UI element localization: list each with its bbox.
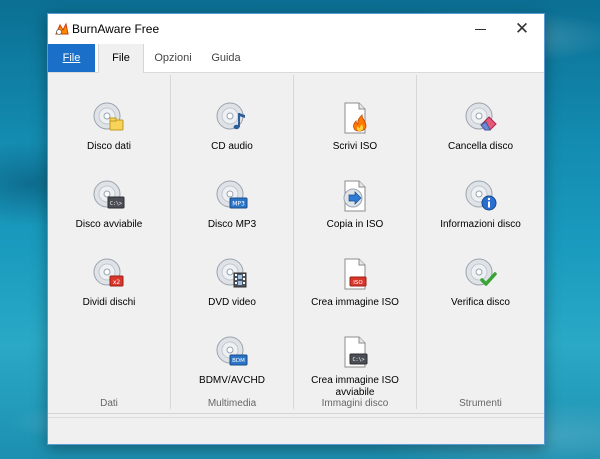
bootable-disc-button[interactable]: C:\> Disco avviabile	[48, 179, 170, 231]
bdmv-disc-icon: BDM	[216, 336, 248, 366]
group-disc-images: Scrivi ISO Copia in ISO ISO Crea immagin…	[294, 73, 416, 411]
verify-disc-label: Verifica disco	[451, 297, 510, 308]
copy-to-iso-icon	[343, 180, 366, 212]
ribbon-tabs: File File Opzioni Guida	[48, 44, 544, 73]
disc-info-button[interactable]: Informazioni disco	[417, 179, 544, 231]
close-icon: ✕	[514, 19, 530, 38]
mp3-disc-button[interactable]: MP3 Disco MP3	[171, 179, 293, 231]
group-label-tools: Strumenti	[459, 398, 502, 409]
svg-text:ISO: ISO	[353, 280, 363, 286]
svg-text:MP3: MP3	[232, 201, 245, 208]
create-bootable-iso-label: Crea immagine ISO avviabile	[311, 375, 399, 398]
split-discs-label: Dividi dischi	[82, 297, 136, 308]
audio-cd-button[interactable]: CD audio	[171, 101, 293, 153]
burn-iso-icon	[344, 102, 367, 134]
data-disc-label: Disco dati	[87, 141, 131, 152]
create-iso-icon: ISO	[344, 258, 367, 290]
create-iso-label: Crea immagine ISO	[311, 297, 399, 308]
tab-options[interactable]: Opzioni	[148, 44, 198, 72]
dvd-video-icon	[216, 258, 247, 288]
group-tools: Cancella disco Informazioni disco Verifi…	[417, 73, 544, 411]
mp3-disc-icon: MP3	[216, 180, 248, 209]
data-disc-button[interactable]: Disco dati	[48, 101, 170, 153]
verify-disc-button[interactable]: Verifica disco	[417, 257, 544, 309]
minimize-icon	[474, 28, 486, 30]
bootable-disc-icon: C:\>	[93, 180, 125, 209]
minimize-button[interactable]	[466, 19, 494, 39]
svg-text:C:\>: C:\>	[110, 201, 122, 207]
group-label-data: Dati	[100, 398, 118, 409]
title-bar[interactable]: BurnAware Free ✕	[48, 14, 544, 44]
disc-info-label: Informazioni disco	[440, 219, 521, 230]
tab-file-menu[interactable]: File	[48, 44, 95, 72]
erase-disc-button[interactable]: Cancella disco	[417, 101, 544, 153]
burnaware-logo-icon	[55, 22, 69, 35]
create-iso-button[interactable]: ISO Crea immagine ISO	[294, 257, 416, 309]
status-bar-divider	[48, 417, 544, 418]
audio-cd-label: CD audio	[211, 141, 253, 152]
svg-text:C:\>: C:\>	[352, 357, 364, 363]
mp3-disc-label: Disco MP3	[207, 219, 257, 230]
bdmv-avchd-button[interactable]: BDM BDMV/AVCHD	[171, 335, 293, 387]
erase-disc-icon	[465, 102, 497, 131]
copy-to-iso-button[interactable]: Copia in ISO	[294, 179, 416, 231]
copy-to-iso-label: Copia in ISO	[326, 219, 384, 230]
data-disc-icon	[93, 102, 124, 131]
disc-info-icon	[465, 180, 496, 211]
split-discs-icon: x2	[93, 258, 124, 287]
audio-cd-icon	[216, 102, 245, 130]
tab-file[interactable]: File	[98, 44, 144, 73]
tab-guide[interactable]: Guida	[206, 44, 246, 72]
create-bootable-iso-button[interactable]: C:\> Crea immagine ISO avviabile	[294, 335, 416, 399]
bootable-disc-label: Disco avviabile	[75, 219, 143, 230]
dvd-video-label: DVD video	[208, 297, 256, 308]
status-bar	[48, 413, 544, 444]
group-multimedia: CD audio MP3 Disco MP3 DVD video BDM BDM…	[171, 73, 293, 411]
window-title: BurnAware Free	[72, 22, 160, 36]
verify-disc-icon	[465, 258, 497, 286]
svg-text:x2: x2	[113, 279, 121, 286]
close-button[interactable]: ✕	[508, 19, 536, 39]
ribbon-panel: Disco dati C:\> Disco avviabile x2 Divid…	[48, 73, 544, 411]
split-discs-button[interactable]: x2 Dividi dischi	[48, 257, 170, 309]
app-window: BurnAware Free ✕ File File Opzioni Guida…	[47, 13, 545, 445]
burn-iso-button[interactable]: Scrivi ISO	[294, 101, 416, 153]
group-data: Disco dati C:\> Disco avviabile x2 Divid…	[48, 73, 170, 411]
group-label-disc-images: Immagini disco	[321, 398, 389, 409]
dvd-video-button[interactable]: DVD video	[171, 257, 293, 309]
create-bootable-iso-icon: C:\>	[344, 336, 368, 368]
group-label-multimedia: Multimedia	[207, 398, 257, 409]
burn-iso-label: Scrivi ISO	[332, 141, 378, 152]
erase-disc-label: Cancella disco	[447, 141, 514, 152]
bdmv-avchd-label: BDMV/AVCHD	[199, 375, 265, 386]
svg-text:BDM: BDM	[232, 358, 245, 364]
